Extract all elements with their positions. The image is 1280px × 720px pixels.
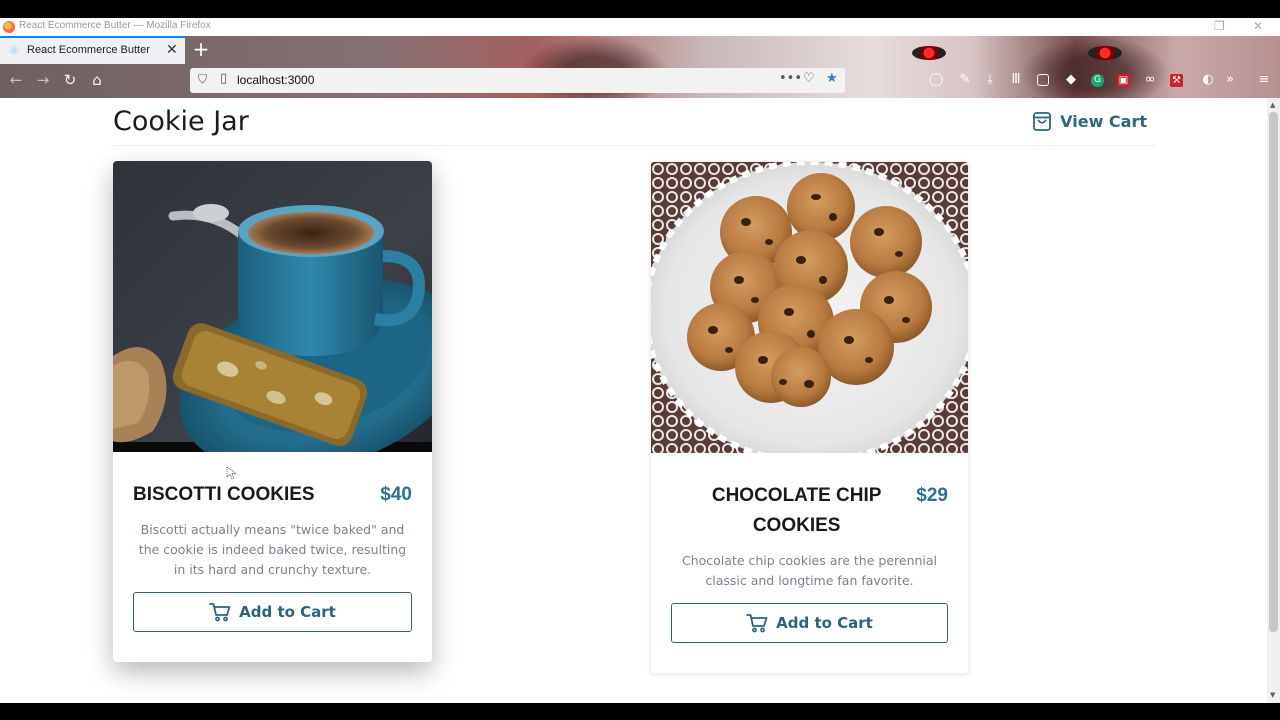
tab-close-icon[interactable]: ✕ (166, 42, 178, 58)
library-icon[interactable]: Ⅲ (1008, 72, 1024, 88)
product-header-row: CHOCOLATE CHIP COOKIES $29 (671, 481, 948, 541)
grammar-extension-icon[interactable]: G (1091, 74, 1104, 87)
view-cart-label: View Cart (1060, 112, 1147, 131)
page-actions-menu-icon[interactable]: ••• (779, 71, 802, 86)
address-bar[interactable]: ⛉ ▯ localhost:3000 ••• ♡ ★ (190, 68, 845, 93)
forward-arrow-icon[interactable]: → (33, 70, 53, 90)
theme-art-eye (912, 46, 946, 60)
hamburger-menu-icon[interactable]: ≡ (1256, 72, 1272, 88)
product-card-body: CHOCOLATE CHIP COOKIES $29 Chocolate chi… (651, 453, 968, 673)
add-to-cart-label: Add to Cart (239, 603, 336, 621)
mouse-cursor-icon (226, 466, 238, 480)
store-brand[interactable]: Cookie Jar (113, 106, 249, 137)
extension-red-icon[interactable]: ▣ (1117, 74, 1130, 87)
tracking-shield-icon[interactable]: ⛉ (198, 72, 207, 87)
product-name: BISCOTTI COOKIES (133, 484, 315, 505)
product-price: $40 (380, 484, 412, 505)
close-window-icon[interactable]: ✕ (1253, 19, 1263, 33)
scroll-down-arrow-icon[interactable]: ▼ (1270, 691, 1275, 699)
view-cart-button[interactable]: View Cart (1032, 111, 1147, 132)
new-tab-button[interactable]: + (192, 38, 210, 60)
shopping-bag-icon (1033, 112, 1052, 131)
theme-art (1020, 36, 1170, 98)
product-card-body: BISCOTTI COOKIES $40 Biscotti actually m… (113, 452, 432, 662)
theme-art-eye (1088, 46, 1122, 60)
product-card-biscotti: BISCOTTI COOKIES $40 Biscotti actually m… (113, 161, 432, 662)
firefox-logo-icon (3, 21, 15, 33)
scroll-up-arrow-icon[interactable]: ▲ (1270, 101, 1275, 109)
tab-label: React Ecommerce Butter (27, 44, 150, 56)
back-arrow-icon[interactable]: ← (6, 70, 26, 90)
overflow-chevron-icon[interactable]: » (1222, 72, 1238, 88)
shopping-cart-icon (746, 614, 768, 633)
store-header: Cookie Jar View Cart (113, 98, 1155, 146)
reload-icon[interactable]: ↻ (60, 70, 80, 90)
scrollbar-thumb[interactable] (1269, 112, 1278, 632)
home-icon[interactable]: ⌂ (87, 70, 107, 90)
page-scrollbar[interactable]: ▲ ▼ (1267, 98, 1280, 703)
downloads-icon[interactable]: ⤓ (982, 72, 998, 88)
sidebar-icon[interactable] (1037, 74, 1049, 86)
bottom-black-strip (0, 703, 1280, 720)
window-titlebar: React Ecommerce Butter — Mozilla Firefox… (0, 18, 1280, 36)
product-card-chocolate-chip: CHOCOLATE CHIP COOKIES $29 Chocolate chi… (650, 161, 969, 674)
page-viewport: Cookie Jar View Cart BISCOTTI COOKIES $4… (0, 98, 1267, 703)
tab-react-ecommerce-butter[interactable]: ⚛ React Ecommerce Butter ✕ (0, 36, 185, 64)
product-header-row: BISCOTTI COOKIES $40 (133, 480, 412, 510)
window-title: React Ecommerce Butter — Mozilla Firefox (19, 20, 211, 31)
eyedropper-icon[interactable]: ✎ (957, 72, 973, 88)
add-to-cart-label: Add to Cart (776, 614, 873, 632)
extension-icon[interactable]: ◆ (1063, 72, 1079, 88)
pocket-icon[interactable]: ♡ (803, 71, 815, 86)
product-description: Biscotti actually means "twice baked" an… (138, 522, 407, 577)
url-text[interactable]: localhost:3000 (237, 73, 314, 87)
bookmark-star-icon[interactable]: ★ (826, 71, 838, 86)
product-price: $29 (916, 485, 948, 506)
sync-account-icon[interactable]: ◯ (928, 72, 944, 88)
product-image-chocolate-chip[interactable] (651, 162, 968, 453)
top-black-strip (0, 0, 1280, 18)
product-image-biscotti[interactable] (113, 161, 432, 452)
chocolate-chip-cookies-photo (651, 162, 968, 453)
add-to-cart-button[interactable]: Add to Cart (133, 592, 412, 632)
extension-icon[interactable]: ◐ (1200, 72, 1216, 88)
picker-extension-icon[interactable]: ⚒ (1170, 74, 1183, 87)
restore-window-icon[interactable]: ❐ (1214, 19, 1225, 33)
page-info-icon[interactable]: ▯ (220, 71, 227, 86)
shopping-cart-icon (209, 603, 231, 622)
private-mask-icon[interactable]: ∞ (1142, 72, 1158, 88)
react-favicon-icon: ⚛ (8, 44, 20, 59)
add-to-cart-button[interactable]: Add to Cart (671, 603, 948, 643)
biscotti-coffee-photo (113, 161, 432, 452)
product-name: CHOCOLATE CHIP COOKIES (711, 485, 882, 536)
product-description: Chocolate chip cookies are the perennial… (681, 553, 938, 588)
